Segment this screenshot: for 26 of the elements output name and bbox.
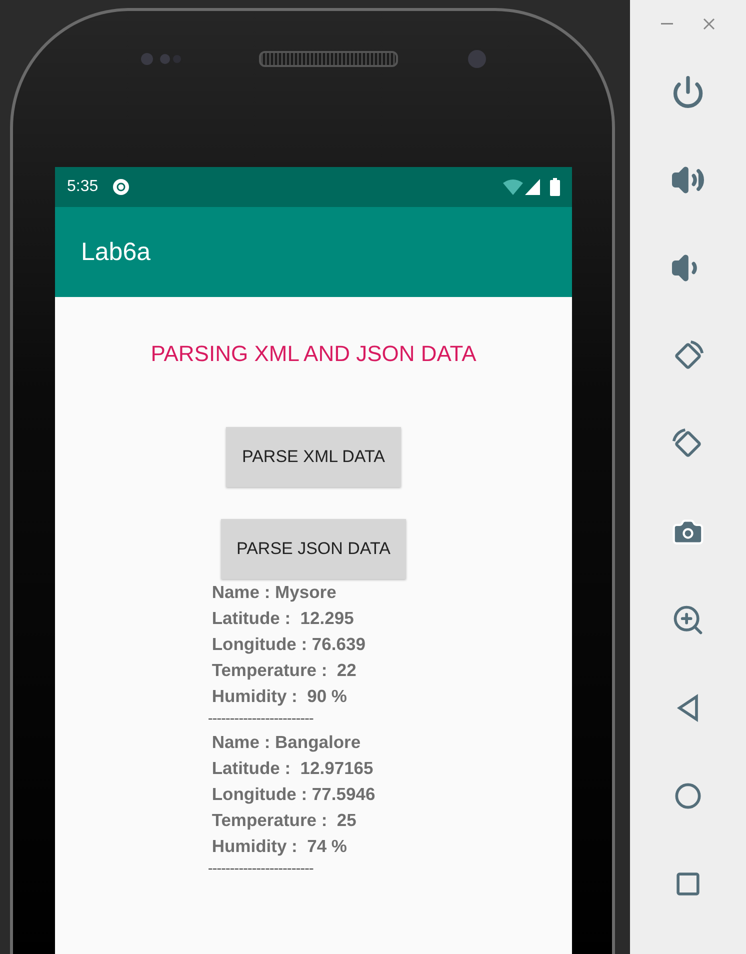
separator-line: ------------------------ <box>208 709 314 729</box>
minimize-icon[interactable] <box>661 23 673 25</box>
app-notification-icon <box>112 178 130 196</box>
close-icon[interactable] <box>703 18 715 30</box>
zoom-icon <box>671 603 705 637</box>
parse-button[interactable]: PARSE XML DATA <box>226 427 401 487</box>
app-title: Lab6a <box>81 238 151 266</box>
wifi-icon <box>503 179 523 195</box>
result-line: Name : Mysore <box>210 581 336 604</box>
battery-icon <box>550 178 560 196</box>
page-heading: PARSING XML AND JSON DATA <box>150 341 476 367</box>
result-line: Temperature : 22 <box>210 659 356 682</box>
parse-button[interactable]: PARSE JSON DATA <box>220 519 406 579</box>
result-line: Longitude : 76.639 <box>210 633 366 656</box>
result-line: Name : Bangalore <box>210 731 361 754</box>
camera-lens <box>468 50 486 68</box>
result-line: Latitude : 12.295 <box>210 607 354 630</box>
signal-icon <box>525 179 540 195</box>
separator-line: ------------------------ <box>208 859 314 879</box>
power-icon <box>671 75 705 109</box>
result-line: Humidity : 74 % <box>210 835 347 858</box>
result-line: Humidity : 90 % <box>210 685 347 708</box>
result-line: Temperature : 25 <box>210 809 356 832</box>
result-line: Longitude : 77.5946 <box>210 783 376 806</box>
status-time: 5:35 <box>67 178 98 196</box>
result-line: Latitude : 12.97165 <box>210 757 374 780</box>
